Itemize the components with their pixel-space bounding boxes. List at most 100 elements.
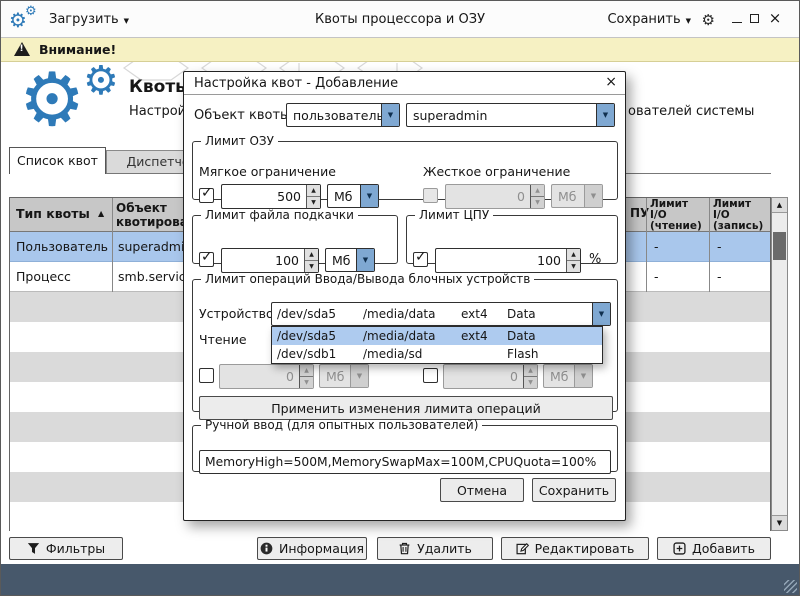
column-header-io-write[interactable]: Лимит I/O (запись)	[713, 198, 771, 232]
table-scrollbar[interactable]: ▲ ▼	[771, 197, 788, 531]
scroll-down-button[interactable]: ▼	[772, 515, 787, 530]
status-bar	[1, 564, 799, 595]
spinner-buttons[interactable]: ▲ ▼	[304, 249, 318, 272]
cell-quota-object: superadmin	[118, 239, 192, 254]
spinner-buttons: ▲ ▼	[299, 365, 313, 388]
manual-input-group: Ручной ввод (для опытных пользователей)	[192, 418, 618, 472]
caret-down-icon: ▼	[381, 104, 399, 126]
quota-target-value: superadmin	[407, 104, 596, 126]
device-fs: ext4	[461, 307, 507, 321]
device-option[interactable]: /dev/sdb1 /media/sd Flash	[272, 345, 602, 363]
io-read-checkbox[interactable]	[199, 368, 214, 383]
small-gear-icon: ⚙	[83, 61, 119, 101]
maximize-icon	[750, 14, 759, 23]
column-header-quota-type[interactable]: Тип квоты	[16, 206, 90, 221]
load-menu-button[interactable]: Загрузить ▼	[49, 1, 129, 38]
ram-hard-unit-select: Мб ▼	[551, 184, 603, 208]
ram-soft-spinner[interactable]: 500 ▲ ▼	[221, 184, 321, 209]
quota-target-select[interactable]: superadmin ▼	[406, 103, 615, 127]
caret-down-icon: ▼	[574, 365, 592, 387]
settings-gear-button[interactable]: ⚙	[702, 11, 715, 29]
cancel-label: Отмена	[457, 483, 507, 498]
io-read-unit-select: Мб ▼	[319, 364, 369, 388]
spinner-buttons: ▲ ▼	[530, 185, 544, 208]
apply-io-button[interactable]: Применить изменения лимита операций	[199, 396, 613, 420]
edit-icon	[516, 542, 529, 555]
spin-up-icon: ▲	[531, 185, 544, 197]
save-menu-button[interactable]: Сохранить ▼	[607, 1, 691, 38]
spin-down-icon: ▼	[300, 377, 313, 388]
delete-button[interactable]: Удалить	[377, 537, 493, 560]
ram-soft-unit-select[interactable]: Мб ▼	[327, 184, 379, 208]
titlebar: ⚙ ⚙ Загрузить ▼ Квоты процессора и ОЗУ С…	[1, 1, 799, 38]
cell-quota-type: Пользователь	[16, 239, 108, 254]
io-read-spinner: 0 ▲ ▼	[219, 364, 314, 389]
spin-down-icon: ▼	[567, 261, 580, 272]
scroll-up-button[interactable]: ▲	[772, 198, 787, 213]
swap-unit-select[interactable]: Мб ▼	[325, 248, 375, 272]
swap-checkbox[interactable]: ✓	[199, 252, 214, 267]
save-menu-label: Сохранить	[607, 12, 680, 27]
cpu-checkbox[interactable]: ✓	[413, 252, 428, 267]
device-mount: /media/sd	[363, 347, 461, 361]
edit-label: Редактировать	[535, 541, 635, 556]
spinner-buttons[interactable]: ▲ ▼	[306, 185, 320, 208]
spinner-buttons[interactable]: ▲ ▼	[566, 249, 580, 272]
sort-asc-icon: ▲	[98, 209, 104, 218]
device-name: Data	[507, 329, 597, 343]
caret-down-icon: ▼	[596, 104, 614, 126]
save-button[interactable]: Сохранить	[532, 478, 616, 502]
manual-input-legend: Ручной ввод (для опытных пользователей)	[201, 418, 482, 432]
ram-hard-label: Жесткое ограничение	[423, 164, 570, 179]
device-dev: /dev/sdb1	[277, 347, 363, 361]
unit-value: Мб	[328, 185, 360, 207]
minimize-icon	[732, 22, 742, 23]
caret-down-icon: ▼	[356, 249, 374, 271]
device-fs: ext4	[461, 329, 507, 343]
spinner-value: 0	[446, 185, 530, 208]
ram-hard-checkbox[interactable]	[423, 188, 438, 203]
device-option[interactable]: /dev/sda5 /media/data ext4 Data	[272, 327, 602, 345]
check-icon: ✓	[415, 249, 427, 265]
cpu-spinner[interactable]: 100 ▲ ▼	[435, 248, 581, 273]
resize-grip[interactable]	[784, 580, 797, 593]
cancel-button[interactable]: Отмена	[440, 478, 524, 502]
trash-icon	[398, 542, 411, 555]
dialog-close-button[interactable]: ×	[605, 75, 617, 89]
tab-quota-list[interactable]: Список квот	[9, 147, 106, 174]
device-mount: /media/data	[363, 329, 461, 343]
window-close-button[interactable]: ×	[767, 9, 783, 27]
check-icon: ✓	[201, 185, 213, 201]
info-label: Информация	[279, 541, 364, 556]
maximize-button[interactable]	[746, 9, 762, 27]
scroll-thumb[interactable]	[773, 232, 786, 260]
device-dev: /dev/sda5	[277, 307, 363, 321]
filters-button[interactable]: Фильтры	[9, 537, 123, 560]
spinner-value: 100	[222, 249, 304, 272]
column-header-io-read[interactable]: Лимит I/O (чтение)	[650, 198, 708, 232]
spin-up-icon: ▲	[567, 249, 580, 261]
quota-type-select[interactable]: пользователь ▼	[286, 103, 400, 127]
manual-input[interactable]	[199, 450, 611, 474]
ram-limit-group: Лимит ОЗУ Мягкое ограничение Жесткое огр…	[192, 134, 618, 200]
caret-down-icon: ▼	[350, 365, 368, 387]
cell-io-write: -	[717, 269, 722, 284]
io-write-checkbox[interactable]	[423, 368, 438, 383]
edit-button[interactable]: Редактировать	[501, 537, 649, 560]
add-button[interactable]: Добавить	[657, 537, 771, 560]
page-subtitle-left: Настрой	[129, 104, 186, 119]
caret-down-icon: ▼	[686, 15, 691, 25]
swap-spinner[interactable]: 100 ▲ ▼	[221, 248, 319, 273]
scroll-down-icon: ▼	[777, 519, 782, 527]
dialog-titlebar[interactable]: Настройка квот - Добавление ×	[184, 72, 625, 95]
ram-soft-checkbox[interactable]: ✓	[199, 188, 214, 203]
device-select[interactable]: /dev/sda5 /media/data ext4 Data ▼	[271, 302, 611, 326]
spinner-value: 0	[444, 365, 523, 388]
caret-down-icon: ▼	[360, 185, 378, 207]
minimize-button[interactable]	[729, 9, 745, 27]
gear-icon: ⚙	[25, 5, 37, 18]
unit-value: Мб	[552, 185, 584, 207]
info-button[interactable]: Информация	[257, 537, 367, 560]
device-selected-value: /dev/sda5 /media/data ext4 Data	[272, 303, 592, 325]
io-limit-group: Лимит операций Ввода/Вывода блочных устр…	[192, 272, 618, 412]
